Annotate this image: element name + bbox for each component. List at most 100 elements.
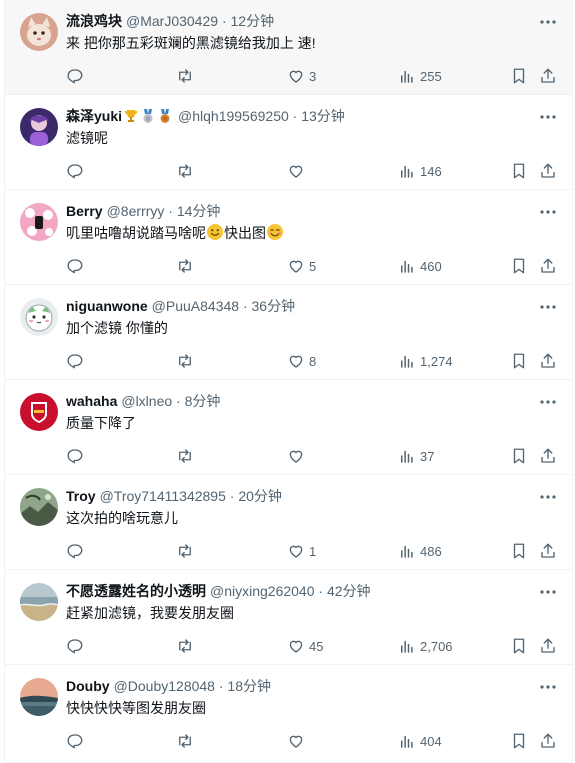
display-name[interactable]: 森泽yuki	[66, 108, 122, 124]
display-name[interactable]: niguanwone	[66, 298, 148, 314]
display-name[interactable]: 不愿透露姓名的小透明	[66, 583, 206, 599]
bookmark-button[interactable]	[510, 349, 528, 373]
more-options-button[interactable]	[538, 202, 558, 222]
timestamp[interactable]: 13分钟	[301, 108, 345, 124]
more-options-button[interactable]	[538, 12, 558, 32]
user-handle[interactable]: @Troy71411342895	[100, 488, 226, 504]
timestamp[interactable]: 14分钟	[177, 203, 221, 219]
reply-item[interactable]: niguanwone @PuuA84348 · 36分钟 加个滤镜 你懂的 8 1…	[4, 285, 573, 380]
share-button[interactable]	[539, 349, 557, 373]
reply-button[interactable]	[66, 539, 84, 563]
more-options-button[interactable]	[538, 582, 558, 602]
timestamp[interactable]: 20分钟	[238, 488, 282, 504]
view-count: 460	[420, 258, 442, 274]
repost-button[interactable]	[176, 444, 194, 468]
user-handle[interactable]: @Douby128048	[114, 678, 215, 694]
share-button[interactable]	[539, 64, 557, 88]
reply-item[interactable]: 森泽yuki @hlqh199569250 · 13分钟 滤镜呢 146	[4, 95, 573, 190]
timestamp[interactable]: 18分钟	[227, 678, 271, 694]
user-handle[interactable]: @lxlneo	[121, 393, 172, 409]
reply-button[interactable]	[66, 444, 84, 468]
like-button[interactable]	[287, 729, 309, 753]
bookmark-button[interactable]	[510, 729, 528, 753]
timestamp[interactable]: 42分钟	[327, 583, 371, 599]
avatar[interactable]	[20, 203, 58, 241]
user-handle[interactable]: @MarJ030429	[126, 13, 218, 29]
display-name[interactable]: Troy	[66, 488, 96, 504]
views-button[interactable]: 2,706	[398, 634, 453, 658]
like-button[interactable]	[287, 159, 309, 183]
display-name[interactable]: wahaha	[66, 393, 117, 409]
user-handle[interactable]: @8errryy	[107, 203, 165, 219]
avatar[interactable]	[20, 108, 58, 146]
repost-button[interactable]	[176, 634, 194, 658]
share-button[interactable]	[539, 634, 557, 658]
avatar[interactable]	[20, 298, 58, 336]
repost-button[interactable]	[176, 349, 194, 373]
timestamp[interactable]: 36分钟	[252, 298, 296, 314]
user-handle[interactable]: @hlqh199569250	[178, 108, 289, 124]
repost-button[interactable]	[176, 729, 194, 753]
like-button[interactable]: 5	[287, 254, 316, 278]
share-button[interactable]	[539, 444, 557, 468]
like-button[interactable]: 45	[287, 634, 323, 658]
reply-button[interactable]	[66, 159, 84, 183]
like-button[interactable]	[287, 444, 309, 468]
avatar[interactable]	[20, 678, 58, 716]
reply-button[interactable]	[66, 729, 84, 753]
share-button[interactable]	[539, 539, 557, 563]
like-button[interactable]: 1	[287, 539, 316, 563]
reply-button[interactable]	[66, 634, 84, 658]
views-button[interactable]: 460	[398, 254, 442, 278]
like-button[interactable]: 3	[287, 64, 316, 88]
timestamp[interactable]: 12分钟	[231, 13, 275, 29]
share-button[interactable]	[539, 254, 557, 278]
reply-item[interactable]: Troy @Troy71411342895 · 20分钟 这次拍的啥玩意儿 1 4…	[4, 475, 573, 570]
avatar[interactable]	[20, 488, 58, 526]
repost-button[interactable]	[176, 64, 194, 88]
display-name[interactable]: Berry	[66, 203, 103, 219]
repost-icon	[179, 164, 191, 178]
avatar[interactable]	[20, 13, 58, 51]
reply-button[interactable]	[66, 349, 84, 373]
display-name[interactable]: Douby	[66, 678, 110, 694]
reply-item[interactable]: Berry @8errryy · 14分钟 叽里咕噜胡说踏马啥呢 快出图 5 460	[4, 190, 573, 285]
reply-item[interactable]: 不愿透露姓名的小透明 @niyxing262040 · 42分钟 赶紧加滤镜，我要…	[4, 570, 573, 665]
user-handle[interactable]: @PuuA84348	[152, 298, 239, 314]
reply-button[interactable]	[66, 64, 84, 88]
share-button[interactable]	[539, 159, 557, 183]
display-name[interactable]: 流浪鸡块	[66, 13, 122, 29]
views-button[interactable]: 255	[398, 64, 442, 88]
reply-button[interactable]	[66, 254, 84, 278]
more-options-button[interactable]	[538, 107, 558, 127]
bookmark-button[interactable]	[510, 444, 528, 468]
timestamp[interactable]: 8分钟	[185, 393, 221, 409]
more-options-button[interactable]	[538, 677, 558, 697]
more-options-button[interactable]	[538, 487, 558, 507]
views-button[interactable]: 37	[398, 444, 434, 468]
more-options-button[interactable]	[538, 392, 558, 412]
reply-item[interactable]: Douby @Douby128048 · 18分钟 快快快快等图发朋友圈 404	[4, 665, 573, 763]
views-button[interactable]: 404	[398, 729, 442, 753]
share-button[interactable]	[539, 729, 557, 753]
bookmark-button[interactable]	[510, 254, 528, 278]
reply-header: 森泽yuki @hlqh199569250 · 13分钟	[66, 106, 532, 126]
avatar[interactable]	[20, 393, 58, 431]
more-options-button[interactable]	[538, 297, 558, 317]
views-button[interactable]: 1,274	[398, 349, 453, 373]
reply-text: 这次拍的啥玩意儿	[66, 510, 178, 526]
views-button[interactable]: 146	[398, 159, 442, 183]
repost-button[interactable]	[176, 159, 194, 183]
bookmark-button[interactable]	[510, 634, 528, 658]
bookmark-button[interactable]	[510, 64, 528, 88]
user-handle[interactable]: @niyxing262040	[210, 583, 315, 599]
repost-button[interactable]	[176, 539, 194, 563]
reply-item[interactable]: wahaha @lxlneo · 8分钟 质量下降了 37	[4, 380, 573, 475]
bookmark-button[interactable]	[510, 539, 528, 563]
bookmark-button[interactable]	[510, 159, 528, 183]
repost-button[interactable]	[176, 254, 194, 278]
views-button[interactable]: 486	[398, 539, 442, 563]
avatar[interactable]	[20, 583, 58, 621]
reply-item[interactable]: 流浪鸡块 @MarJ030429 · 12分钟 来 把你那五彩斑斓的黑滤镜给我加上…	[4, 0, 573, 95]
like-button[interactable]: 8	[287, 349, 316, 373]
